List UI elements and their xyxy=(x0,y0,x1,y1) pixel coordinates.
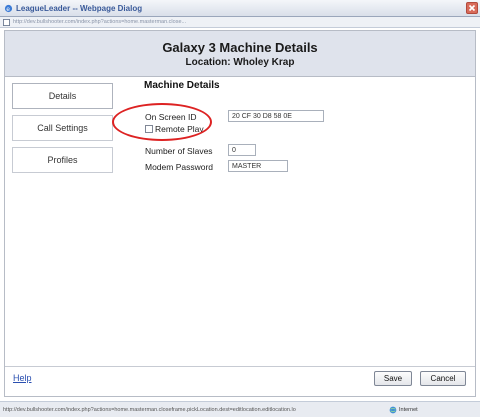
remote-play-checkbox[interactable] xyxy=(145,125,153,133)
page-title: Galaxy 3 Machine Details xyxy=(162,40,318,55)
side-tabs: Details Call Settings Profiles xyxy=(12,83,113,179)
window-titlebar: e LeagueLeader -- Webpage Dialog xyxy=(0,0,480,17)
status-bar: http://dev.bullshooter.com/index.php?act… xyxy=(0,401,480,417)
machine-details-panel: Machine Details xyxy=(144,80,220,91)
save-button[interactable]: Save xyxy=(374,371,412,386)
globe-icon xyxy=(389,406,397,413)
dialog-header: Galaxy 3 Machine Details Location: Whole… xyxy=(5,31,475,77)
num-slaves-label: Number of Slaves xyxy=(145,146,213,156)
address-bar: http://dev.bullshooter.com/index.php?act… xyxy=(0,17,480,28)
modem-password-label: Modem Password xyxy=(145,162,214,172)
address-url: http://dev.bullshooter.com/index.php?act… xyxy=(13,19,187,25)
tab-call-settings[interactable]: Call Settings xyxy=(12,115,113,141)
remote-play-label: Remote Play xyxy=(155,124,204,134)
status-url: http://dev.bullshooter.com/index.php?act… xyxy=(3,406,296,413)
on-screen-id-input[interactable] xyxy=(228,110,324,122)
page-icon xyxy=(3,18,10,26)
status-zone: Internet xyxy=(399,406,418,413)
help-link[interactable]: Help xyxy=(13,373,32,383)
location-subtitle: Location: Wholey Krap xyxy=(185,57,295,68)
modem-password-input[interactable] xyxy=(228,160,288,172)
window-title: LeagueLeader -- Webpage Dialog xyxy=(16,3,143,13)
tab-profiles[interactable]: Profiles xyxy=(12,147,113,173)
remote-play-row[interactable]: Remote Play xyxy=(145,124,204,134)
close-button[interactable] xyxy=(466,2,478,14)
cancel-button[interactable]: Cancel xyxy=(420,371,466,386)
close-icon xyxy=(468,4,476,12)
svg-text:e: e xyxy=(6,5,10,12)
section-title: Machine Details xyxy=(144,80,220,91)
tab-details[interactable]: Details xyxy=(12,83,113,109)
on-screen-id-label: On Screen ID xyxy=(145,112,197,122)
num-slaves-input[interactable] xyxy=(228,144,256,156)
footer-divider xyxy=(5,366,475,367)
ie-icon: e xyxy=(4,4,13,12)
